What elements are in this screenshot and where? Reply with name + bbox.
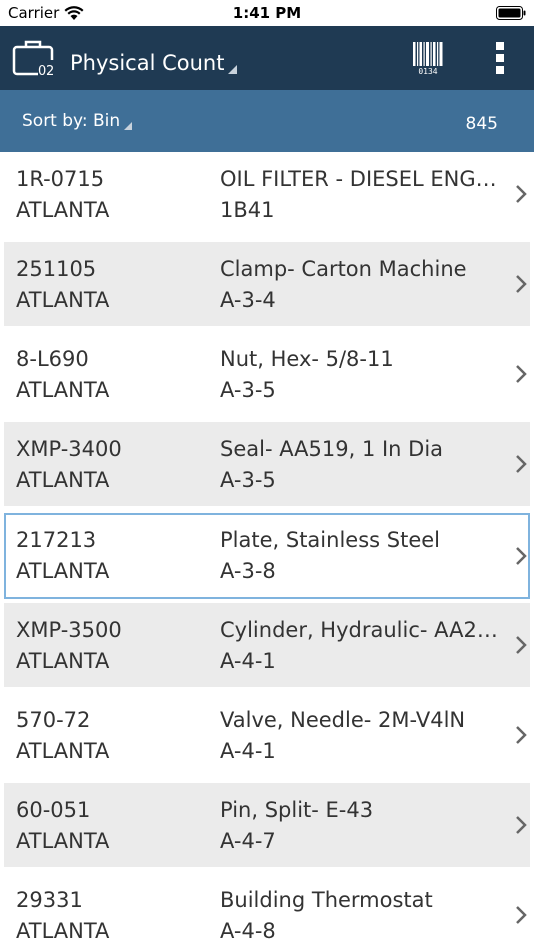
- list-item[interactable]: 8-L690 ATLANTA Nut, Hex- 5/8-11 A-3-5: [4, 332, 530, 416]
- page-title: Physical Count: [70, 51, 225, 75]
- bin: A-3-5: [220, 378, 276, 402]
- description: Nut, Hex- 5/8-11: [220, 347, 394, 371]
- list-item[interactable]: 1R-0715 ATLANTA OIL FILTER - DIESEL ENGI…: [4, 152, 530, 236]
- briefcase-icon[interactable]: 0 2: [12, 38, 56, 78]
- location: ATLANTA: [16, 378, 110, 402]
- list-item[interactable]: 570-72 ATLANTA Valve, Needle- 2M-V4lN A-…: [4, 693, 530, 777]
- location: ATLANTA: [16, 198, 110, 222]
- chevron-right-icon: [516, 636, 527, 654]
- bin: A-4-8: [220, 919, 276, 943]
- bin: A-3-8: [220, 559, 276, 583]
- location: ATLANTA: [16, 468, 110, 492]
- list-item[interactable]: 251105 ATLANTA Clamp- Carton Machine A-3…: [4, 242, 530, 326]
- chevron-right-icon: [516, 906, 527, 924]
- sort-label: Sort by: Bin: [22, 111, 121, 131]
- location: ATLANTA: [16, 919, 110, 943]
- barcode-digits: 0134: [418, 67, 437, 75]
- part-number: 217213: [16, 528, 97, 552]
- bin: 1B41: [220, 198, 275, 222]
- part-number: 251105: [16, 257, 97, 281]
- inventory-list: 1R-0715 ATLANTA OIL FILTER - DIESEL ENGI…: [0, 152, 534, 950]
- part-number: 60-051: [16, 798, 91, 822]
- part-number: XMP-3400: [16, 437, 122, 461]
- description: Cylinder, Hydraulic- AA267: [220, 618, 500, 642]
- chevron-right-icon: [516, 455, 527, 473]
- list-item[interactable]: XMP-3400 ATLANTA Seal- AA519, 1 In Dia A…: [4, 422, 530, 506]
- description: Building Thermostat: [220, 888, 433, 912]
- description: Clamp- Carton Machine: [220, 257, 467, 281]
- location: ATLANTA: [16, 739, 110, 763]
- part-number: XMP-3500: [16, 618, 122, 642]
- location: ATLANTA: [16, 829, 110, 853]
- more-vertical-icon[interactable]: [490, 42, 510, 76]
- part-number: 1R-0715: [16, 167, 105, 191]
- description: Valve, Needle- 2M-V4lN: [220, 708, 466, 732]
- description: Plate, Stainless Steel: [220, 528, 440, 552]
- chevron-right-icon: [516, 547, 527, 565]
- status-bar: Carrier 1:41 PM: [0, 0, 534, 26]
- svg-text:2: 2: [46, 64, 54, 78]
- part-number: 8-L690: [16, 347, 89, 371]
- bin: A-3-5: [220, 468, 276, 492]
- bin: A-4-1: [220, 649, 276, 673]
- chevron-right-icon: [516, 275, 527, 293]
- part-number: 29331: [16, 888, 83, 912]
- description: Pin, Split- E-43: [220, 798, 374, 822]
- view-selector[interactable]: Physical Count: [70, 48, 238, 76]
- battery-icon: [496, 6, 526, 20]
- location: ATLANTA: [16, 288, 110, 312]
- chevron-right-icon: [516, 185, 527, 203]
- bin: A-4-7: [220, 829, 276, 853]
- location: ATLANTA: [16, 559, 110, 583]
- clock: 1:41 PM: [232, 4, 302, 22]
- list-item[interactable]: 60-051 ATLANTA Pin, Split- E-43 A-4-7: [4, 783, 530, 867]
- app-bar: 0 2 Physical Count 0134: [0, 26, 534, 90]
- bin: A-4-1: [220, 739, 276, 763]
- bin: A-3-4: [220, 288, 276, 312]
- list-item[interactable]: 29331 ATLANTA Building Thermostat A-4-8: [4, 873, 530, 950]
- list-item[interactable]: XMP-3500 ATLANTA Cylinder, Hydraulic- AA…: [4, 603, 530, 687]
- chevron-right-icon: [516, 726, 527, 744]
- dropdown-caret-icon: [228, 65, 238, 74]
- dropdown-caret-icon: [124, 122, 133, 130]
- description: OIL FILTER - DIESEL ENGINE: [220, 167, 500, 191]
- sort-bar: Sort by: Bin 845: [0, 90, 534, 152]
- location: ATLANTA: [16, 649, 110, 673]
- part-number: 570-72: [16, 708, 91, 732]
- chevron-right-icon: [516, 365, 527, 383]
- list-item-selected[interactable]: 217213 ATLANTA Plate, Stainless Steel A-…: [4, 513, 530, 599]
- sort-selector[interactable]: Sort by: Bin: [22, 110, 133, 132]
- description: Seal- AA519, 1 In Dia: [220, 437, 444, 461]
- chevron-right-icon: [516, 816, 527, 834]
- barcode-icon[interactable]: 0134: [412, 41, 444, 75]
- item-count: 845: [465, 114, 498, 134]
